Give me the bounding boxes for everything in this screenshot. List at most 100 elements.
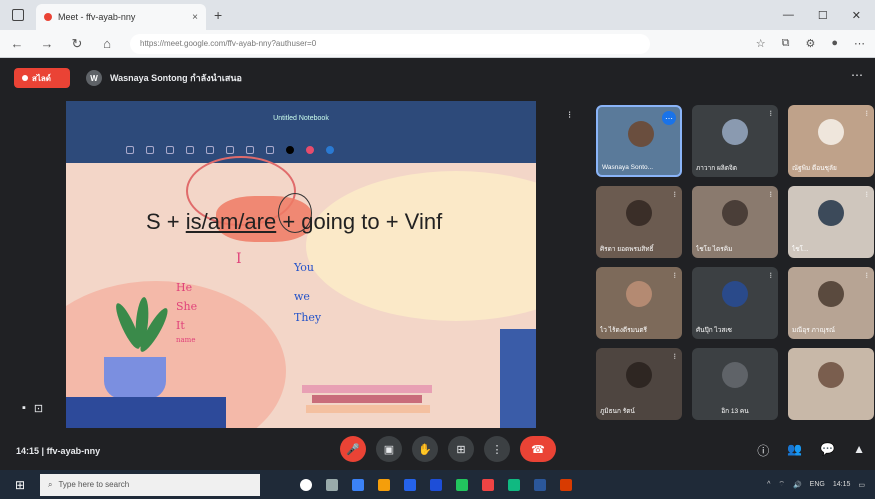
tray-up-icon[interactable]: ^ xyxy=(767,481,770,488)
image-icon[interactable] xyxy=(246,146,254,154)
participant-tile[interactable]: ⁝ ภาวาก ผลิตจิต xyxy=(692,105,778,177)
camera-toggle-button[interactable]: ▣ xyxy=(376,436,402,462)
color-red-icon[interactable] xyxy=(306,146,314,154)
word-icon[interactable] xyxy=(534,478,546,491)
windows-start-icon[interactable]: ⊞ xyxy=(0,478,40,492)
people-icon[interactable]: 👥 xyxy=(787,442,802,459)
close-window-icon[interactable]: ✕ xyxy=(852,9,861,22)
browser-tab[interactable]: Meet - ffv-ayab-nny × xyxy=(36,4,206,30)
activities-icon[interactable]: ▲ xyxy=(853,442,865,459)
mic-off-icon: ⁝ xyxy=(769,271,772,280)
undo-icon[interactable] xyxy=(126,146,134,154)
present-screen-button[interactable]: ⊞ xyxy=(448,436,474,462)
leave-call-button[interactable]: ☎ xyxy=(520,436,556,462)
edge-icon[interactable] xyxy=(352,478,364,491)
color-black-icon[interactable] xyxy=(286,146,294,154)
extensions-icon[interactable]: ⚙ xyxy=(805,37,815,50)
notes-right: You we They xyxy=(294,261,322,324)
text-icon[interactable] xyxy=(266,146,274,154)
presenter-name: Wasnaya Sontong กำลังนำเสนอ xyxy=(110,73,242,83)
right-illustration xyxy=(500,329,536,428)
chat-icon[interactable]: 💬 xyxy=(820,442,835,459)
mic-toggle-button[interactable]: 🎤 xyxy=(340,436,366,462)
profile-icon[interactable]: ● xyxy=(831,37,838,50)
participants-stack-avatar xyxy=(722,362,748,388)
participant-tile[interactable]: ⁝ ณัฐพิม ดีอนชุลัย xyxy=(788,105,874,177)
record-dot-icon xyxy=(22,75,28,81)
participant-video xyxy=(722,200,748,226)
forward-icon[interactable]: → xyxy=(40,36,54,51)
participant-tile[interactable]: ⁝ ไชโย ไตรคิม xyxy=(692,186,778,258)
more-menu-icon[interactable]: ⋯ xyxy=(854,37,865,50)
participant-tile[interactable]: ⁝ ภูมิธนก รัตน์ xyxy=(596,348,682,420)
network-icon[interactable]: ⌔ xyxy=(778,480,785,489)
raise-hand-button[interactable]: ✋ xyxy=(412,436,438,462)
tab-close-icon[interactable]: × xyxy=(192,12,198,23)
highlighter-icon[interactable] xyxy=(186,146,194,154)
fullscreen-icon[interactable]: ⊡ xyxy=(34,402,43,415)
participant-tile[interactable]: ⁝ ไชโ... xyxy=(788,186,874,258)
books-illustration xyxy=(302,385,432,421)
drawing-tools xyxy=(126,143,466,157)
eraser-icon[interactable] xyxy=(206,146,214,154)
acrobat-icon[interactable] xyxy=(482,478,494,491)
url-field[interactable]: https://meet.google.com/ffv-ayab-nny?aut… xyxy=(130,33,650,54)
refresh-icon[interactable]: ↻ xyxy=(70,36,84,52)
participant-tile[interactable]: ⁝ ไว ไร้ดงตีรมนตรี xyxy=(596,267,682,339)
favorite-star-icon[interactable]: ☆ xyxy=(756,37,766,50)
participant-avatar xyxy=(722,281,748,307)
pen-icon[interactable] xyxy=(166,146,174,154)
lasso-icon[interactable] xyxy=(226,146,234,154)
powerpoint-icon[interactable] xyxy=(560,478,572,491)
more-options-icon[interactable]: ⋯ xyxy=(851,68,863,82)
language-indicator[interactable]: ENG xyxy=(810,481,825,488)
new-tab-icon[interactable]: + xyxy=(214,7,222,23)
volume-icon[interactable]: 🔊 xyxy=(793,481,802,489)
taskbar-clock[interactable]: 14:15 xyxy=(833,481,851,488)
participant-more-icon[interactable]: ⋯ xyxy=(662,111,676,125)
mic-off-icon: ⁝ xyxy=(673,352,676,361)
mic-off-icon: ⁝ xyxy=(769,109,772,118)
more-participants-tile[interactable]: อิก 13 คน xyxy=(692,348,778,420)
file-explorer-icon[interactable] xyxy=(378,478,390,491)
slide-formula: S + is/am/are + going to + Vinf xyxy=(146,209,443,234)
participant-tile[interactable] xyxy=(788,348,874,420)
excel-icon[interactable] xyxy=(508,478,520,491)
collections-icon[interactable]: ⧉ xyxy=(782,37,790,50)
participant-video xyxy=(818,362,844,388)
maximize-icon[interactable]: ☐ xyxy=(818,9,828,22)
presentation-pill[interactable]: สไลด์ xyxy=(14,68,70,88)
presenter-avatar: W xyxy=(86,70,102,86)
participant-video xyxy=(628,121,654,147)
notifications-icon[interactable]: ▭ xyxy=(858,481,865,489)
participant-avatar xyxy=(722,119,748,145)
mic-off-icon: ⁝ xyxy=(673,190,676,199)
more-options-button[interactable]: ⋮ xyxy=(484,436,510,462)
participant-tile[interactable]: ⁝ มณีอุร ภาณุรณ์ xyxy=(788,267,874,339)
participant-tile[interactable]: ⁝ ศิรดา ยอดพรมสิทธิ์ xyxy=(596,186,682,258)
notes-left: He She It name xyxy=(176,281,198,344)
screen-controls: ▪ ⊡ xyxy=(22,402,43,415)
store-icon[interactable] xyxy=(404,478,416,491)
meeting-info-icon[interactable]: ⓘ xyxy=(757,442,769,459)
pin-screen-icon[interactable]: ▪ xyxy=(22,402,26,415)
notebook-toolbar: Untitled Notebook xyxy=(66,101,536,163)
mic-status-icon: ⁝ xyxy=(568,110,572,121)
chrome-icon[interactable] xyxy=(456,478,468,491)
presenter-banner: W Wasnaya Sontong กำลังนำเสนอ xyxy=(86,68,242,88)
window-icon[interactable] xyxy=(12,9,24,21)
participant-tile[interactable]: ⁝ ศันปุ๊ก ไวสเซ xyxy=(692,267,778,339)
participant-video xyxy=(626,281,652,307)
system-tray: ^ ⌔ 🔊 ENG 14:15 ▭ xyxy=(767,480,875,489)
cortana-icon[interactable] xyxy=(300,478,312,491)
redo-icon[interactable] xyxy=(146,146,154,154)
task-view-icon[interactable] xyxy=(326,478,338,491)
taskbar-search[interactable]: ⌕ Type here to search xyxy=(40,473,260,496)
mail-icon[interactable] xyxy=(430,478,442,491)
back-icon[interactable]: ← xyxy=(10,36,24,51)
color-blue-icon[interactable] xyxy=(326,146,334,154)
home-icon[interactable]: ⌂ xyxy=(100,36,114,51)
mic-off-icon: ⁝ xyxy=(673,271,676,280)
minimize-icon[interactable]: — xyxy=(783,9,794,22)
participant-tile[interactable]: ⋯ Wasnaya Sonto... xyxy=(596,105,682,177)
